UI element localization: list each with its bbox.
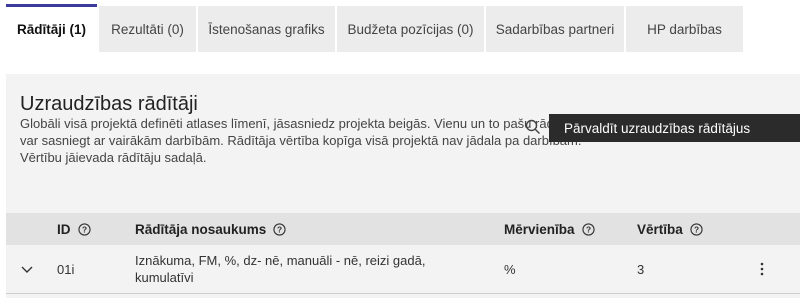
help-icon[interactable]: ? [581, 222, 595, 236]
svg-text:?: ? [277, 224, 282, 234]
chevron-down-icon[interactable] [20, 262, 34, 276]
column-header-unit[interactable]: Mērvienība ? [504, 213, 595, 245]
help-icon[interactable]: ? [690, 222, 703, 236]
column-header-name[interactable]: Rādītāja nosaukums ? [135, 213, 286, 245]
row-unit: % [504, 261, 516, 277]
help-icon[interactable]: ? [273, 222, 286, 236]
table-header: ID ? Rādītāja nosaukums ? Mērvienība ? V… [6, 213, 800, 245]
section-title: Uzraudzības rādītāji [20, 93, 198, 115]
manage-indicators-button[interactable]: Pārvaldīt uzraudzības rādītājus [549, 114, 800, 142]
column-header-value[interactable]: Vērtība ? [637, 213, 703, 245]
svg-text:?: ? [585, 224, 590, 234]
tab-results[interactable]: Rezultāti (0) [99, 6, 196, 52]
tab-budget-items[interactable]: Budžeta pozīcijas (0) [337, 6, 484, 52]
section-description: Globāli visā projektā definēti atlases l… [20, 116, 582, 165]
tab-hp-activities[interactable]: HP darbības [626, 6, 743, 52]
tab-indicators[interactable]: Rādītāji (1) [6, 4, 97, 52]
table-row[interactable]: 01i Iznākuma, FM, %, dz- nē, manuāli - n… [6, 245, 800, 294]
search-icon[interactable] [525, 119, 541, 135]
tab-partners[interactable]: Sadarbības partneri [486, 6, 624, 52]
more-vertical-icon[interactable] [759, 260, 765, 278]
column-header-id[interactable]: ID ? [57, 213, 91, 245]
row-indicator-name: Iznākuma, FM, %, dz- nē, manuāli - nē, r… [135, 253, 426, 285]
row-id: 01i [57, 261, 75, 277]
help-icon[interactable]: ? [77, 222, 91, 236]
row-value: 3 [637, 261, 645, 277]
tab-bar: Rādītāji (1) Rezultāti (0) Īstenošanas g… [0, 0, 800, 52]
svg-text:?: ? [81, 224, 86, 234]
tab-schedule[interactable]: Īstenošanas grafiks [198, 6, 335, 52]
svg-text:?: ? [694, 224, 699, 234]
